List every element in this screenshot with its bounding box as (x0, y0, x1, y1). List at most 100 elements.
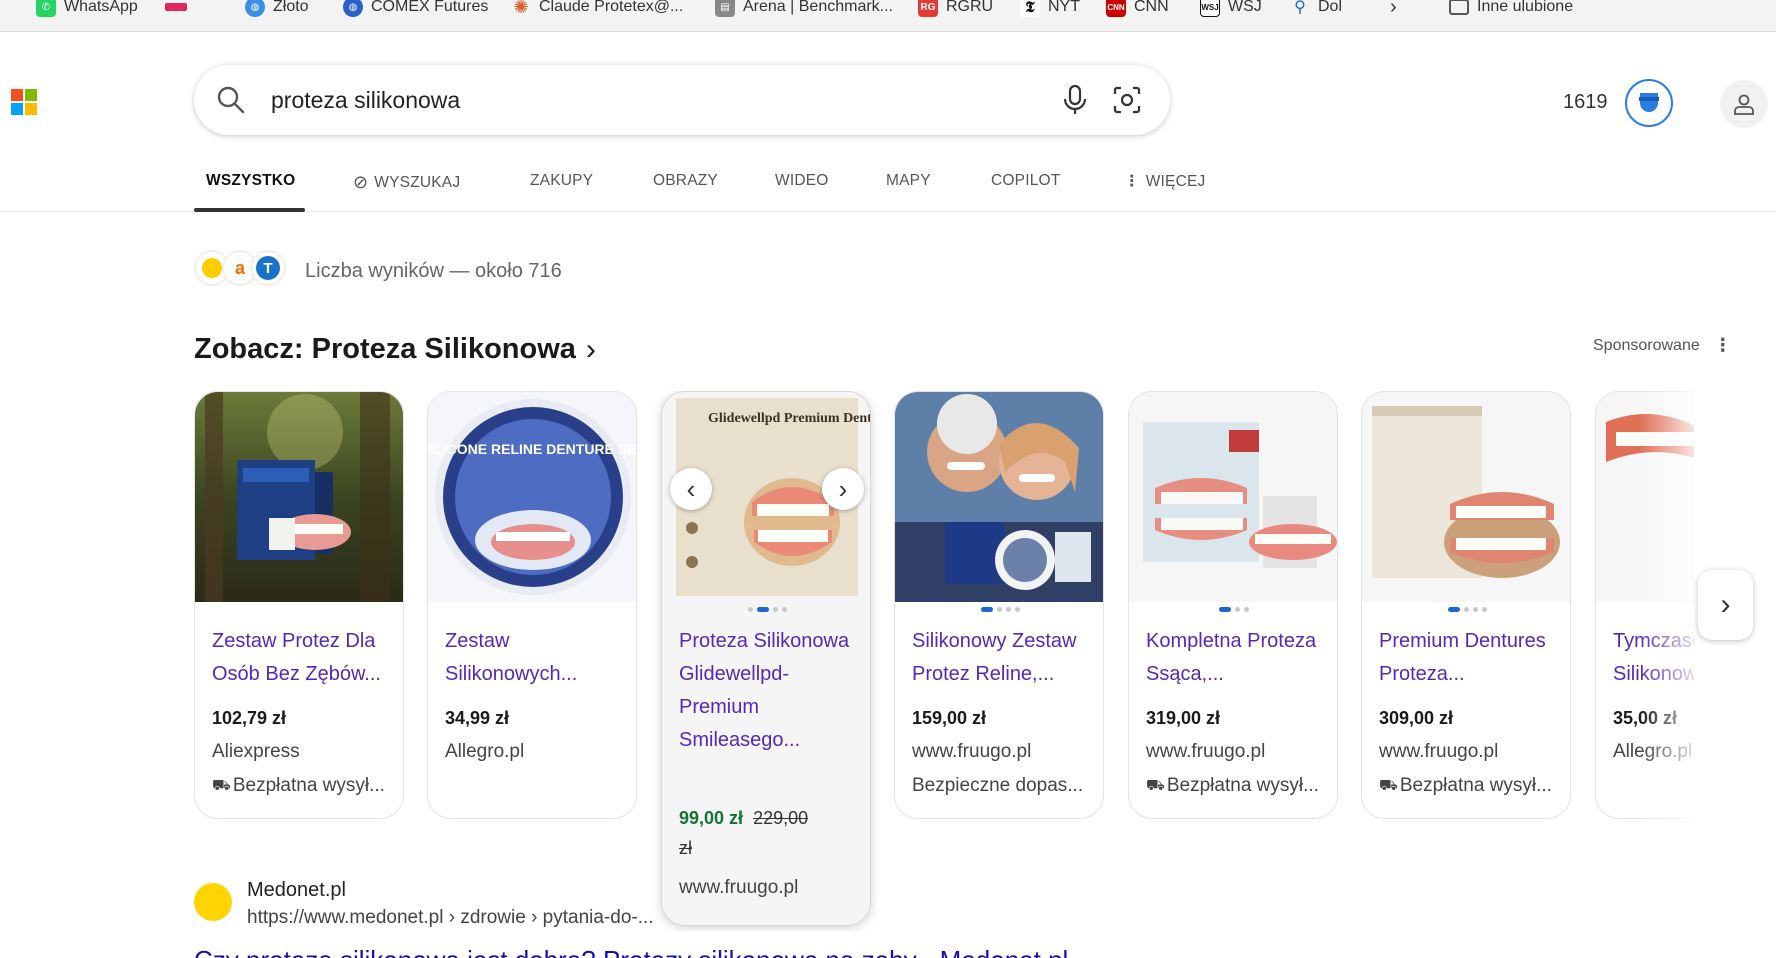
rewards-badge-icon[interactable] (1625, 79, 1673, 127)
result-title-link[interactable]: Czy proteza silikonowa jest dobra? Prote… (194, 945, 1068, 958)
more-vertical-icon: ⋮ (1124, 173, 1140, 190)
shipping-info: ⛟ Bezpłatna wysył... (1379, 775, 1552, 796)
bookmark-claude[interactable]: ✺ Claude Protetex@... (511, 0, 683, 20)
bookmark-cnn[interactable]: CNN CNN (1106, 0, 1169, 20)
tab-copilot[interactable]: COPILOT (991, 172, 1060, 190)
result-url[interactable]: https://www.medonet.pl › zdrowie › pytan… (247, 907, 654, 929)
tab-videos[interactable]: WIDEO (775, 172, 829, 190)
product-image[interactable] (1129, 392, 1337, 602)
image-pagination-dots (1129, 607, 1337, 612)
image-pagination-dots (895, 607, 1103, 612)
bookmark-comex[interactable]: ◍ COMEX Futures (343, 0, 488, 20)
sponsored-label[interactable]: Sponsorowane ⋮ (1593, 335, 1732, 356)
tab-all[interactable]: WSZYSTKO (206, 172, 295, 190)
product-store: www.fruugo.pl (912, 741, 1032, 762)
product-title[interactable]: Zestaw Protez Dla Osób Bez Zębów... (212, 625, 392, 691)
search-icon[interactable] (216, 85, 246, 120)
logo-square-blue (11, 103, 23, 115)
microphone-icon[interactable] (1062, 84, 1088, 121)
bookmark-other-favorites[interactable]: Inne ulubione (1449, 0, 1573, 20)
bookmarks-overflow-chevron-icon[interactable]: › (1390, 0, 1397, 20)
product-price: 102,79 zł (212, 708, 287, 728)
product-price: 319,00 zł (1146, 708, 1221, 728)
product-card-hovered[interactable]: Glidewellpd Premium Denture Solves It Al… (661, 391, 871, 926)
product-store: Allegro.pl (445, 741, 525, 762)
bookmark-wsj[interactable]: WSJ WSJ (1200, 0, 1262, 20)
product-image-label: SILICONE RELINE DENTURE SET (428, 441, 637, 457)
product-image[interactable] (195, 392, 403, 602)
product-store: www.fruugo.pl (1379, 741, 1499, 762)
tab-images[interactable]: OBRAZY (653, 172, 718, 190)
product-image[interactable] (895, 392, 1103, 602)
product-store: www.fruugo.pl (679, 877, 799, 898)
product-carousel: Zestaw Protez Dla Osób Bez Zębów... 102,… (194, 391, 1694, 931)
bookmark-nyt[interactable]: 𝕿 NYT (1020, 0, 1080, 20)
chevron-right-icon: › (838, 473, 848, 504)
more-options-icon: ⋮ (1713, 335, 1732, 355)
product-card[interactable]: Premium Dentures Proteza... 309,00 zł ww… (1361, 391, 1571, 819)
product-title[interactable]: Kompletna Proteza Ssąca,... (1146, 625, 1326, 691)
results-count: Liczba wyników — około 716 (305, 260, 562, 282)
bookmark-arena[interactable]: ▤ Arena | Benchmark... (715, 0, 893, 20)
image-pagination-dots (662, 607, 870, 612)
tab-more[interactable]: ⋮ WIĘCEJ (1124, 172, 1205, 191)
image-next-button[interactable]: › (822, 468, 864, 510)
product-price: 34,99 zł (445, 708, 510, 728)
truck-icon: ⛟ (212, 776, 231, 794)
chevron-right-icon: › (1720, 588, 1731, 621)
profile-button[interactable] (1720, 80, 1768, 128)
t-icon: T (250, 250, 286, 286)
product-store: Aliexpress (212, 741, 300, 762)
product-title[interactable]: Zestaw Silikonowych... (445, 625, 625, 691)
bookmark-dol[interactable]: ⚲ Dol (1290, 0, 1342, 20)
product-price: 159,00 zł (912, 708, 987, 728)
carousel-next-button[interactable]: › (1698, 570, 1753, 640)
product-title[interactable]: Premium Dentures Proteza... (1379, 625, 1559, 691)
bookmarks-bar: ✆ WhatsApp ◍ Złoto ◍ COMEX Futures ✺ Cla… (0, 0, 1776, 32)
rewards-points[interactable]: 1619 (1563, 91, 1608, 114)
product-card[interactable]: SILICONE RELINE DENTURE SET Zestaw Silik… (427, 391, 637, 819)
bookmark-zloto[interactable]: ◍ Złoto (245, 0, 309, 20)
visual-search-icon[interactable] (1112, 85, 1142, 120)
tab-search[interactable]: ⊘ WYSZUKAJ (353, 172, 460, 193)
product-title[interactable]: Proteza Silikonowa Glidewellpd- Premium … (679, 625, 859, 757)
profile-icon (1734, 94, 1754, 115)
product-price: 309,00 zł (1379, 708, 1454, 728)
site-icon (165, 3, 187, 11)
logo-square-red (11, 89, 23, 101)
tab-shopping[interactable]: ZAKUPY (530, 172, 593, 190)
product-image[interactable] (1362, 392, 1570, 602)
product-title[interactable]: Silikonowy Zestaw Protez Reline,... (912, 625, 1092, 691)
bookmark-site[interactable] (165, 0, 187, 20)
product-card[interactable]: Silikonowy Zestaw Protez Reline,... 159,… (894, 391, 1104, 819)
search-box[interactable]: proteza silikonowa (194, 65, 1170, 135)
fit-info: Bezpieczne dopas... (912, 775, 1084, 796)
carousel-fade (1640, 391, 1700, 821)
globe-icon: ◍ (245, 0, 265, 17)
tab-maps[interactable]: MAPY (886, 172, 931, 190)
image-prev-button[interactable]: ‹ (670, 468, 712, 510)
image-pagination-dots (1362, 607, 1570, 612)
product-price-sale: 99,00 zł 229,00 (679, 808, 809, 828)
result-site-name[interactable]: Medonet.pl (247, 879, 346, 902)
site-favicon (194, 883, 232, 921)
bookmark-rgru[interactable]: RG RGRU (918, 0, 993, 20)
product-store: www.fruugo.pl (1146, 741, 1266, 762)
globe-icon: ◍ (343, 0, 363, 17)
microsoft-logo[interactable] (11, 89, 37, 115)
chevron-right-icon: › (585, 332, 596, 366)
shopping-section-title[interactable]: Zobacz: Proteza Silikonowa › (194, 333, 596, 366)
search-input[interactable]: proteza silikonowa (271, 87, 460, 114)
product-image[interactable]: SILICONE RELINE DENTURE SET (428, 392, 637, 602)
search-tabs: WSZYSTKO ⊘ WYSZUKAJ ZAKUPY OBRAZY WIDEO … (0, 160, 1776, 212)
product-old-price-currency: zł (679, 838, 692, 858)
product-card[interactable]: Kompletna Proteza Ssąca,... 319,00 zł ww… (1128, 391, 1338, 819)
copilot-search-icon: ⊘ (353, 172, 369, 192)
arena-icon: ▤ (715, 0, 735, 17)
product-card[interactable]: Zestaw Protez Dla Osób Bez Zębów... 102,… (194, 391, 404, 819)
search-icon: ⚲ (1294, 0, 1306, 16)
result-source-icons: a T (194, 250, 286, 286)
shipping-info: ⛟ Bezpłatna wysył... (212, 775, 385, 796)
bookmark-whatsapp[interactable]: ✆ WhatsApp (36, 0, 138, 20)
nyt-icon: 𝕿 (1020, 0, 1040, 17)
